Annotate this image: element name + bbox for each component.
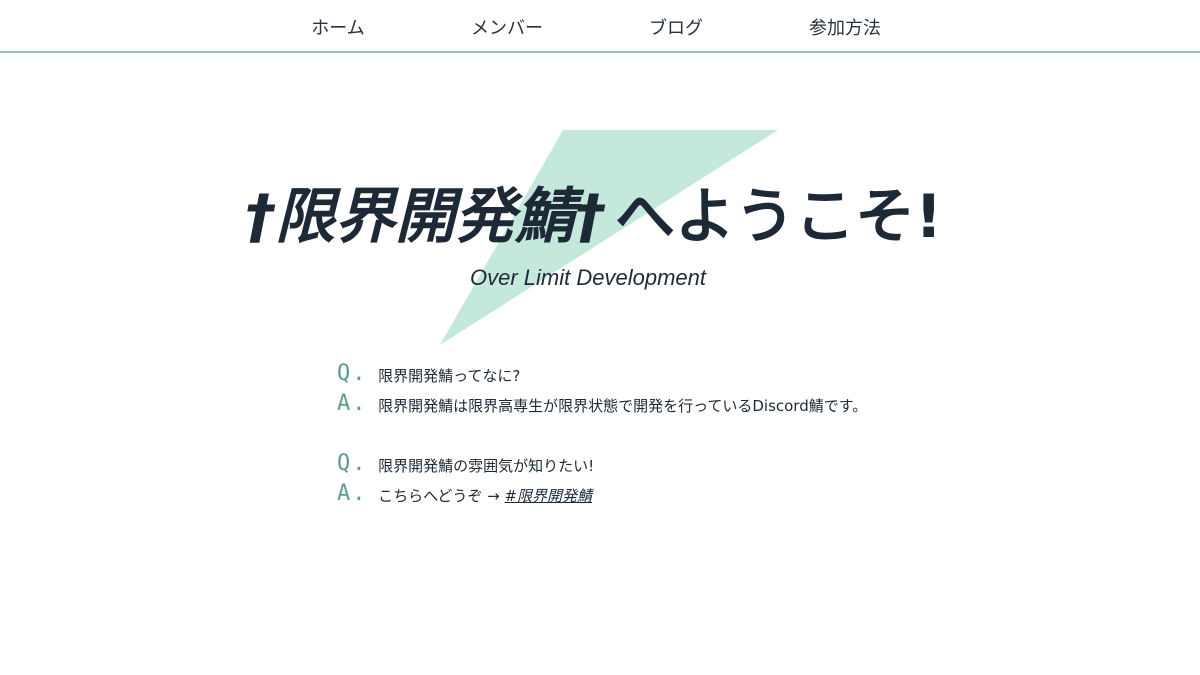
- welcome-text: へようこそ!: [615, 182, 943, 252]
- hero-subtitle: Over Limit Development: [470, 265, 706, 290]
- answer-text: 限界開発鯖は限界高専生が限界状態で開発を行っているDiscord鯖です。: [378, 397, 868, 415]
- question-text: 限界開発鯖ってなに?: [378, 367, 521, 385]
- nav-home[interactable]: ホーム: [311, 14, 364, 40]
- nav-join[interactable]: 参加方法: [809, 14, 881, 40]
- question-text: 限界開発鯖の雰囲気が知りたい!: [378, 457, 595, 475]
- nav-members[interactable]: メンバー: [471, 14, 543, 40]
- faq-answer-1: A. 限界開発鯖は限界高専生が限界状態で開発を行っているDiscord鯖です。: [337, 389, 957, 419]
- question-mark-label: Q.: [337, 361, 368, 386]
- faq-question-1: Q. 限界開発鯖ってなに?: [337, 359, 957, 389]
- hero-title: †限界開発鯖† へようこそ!: [245, 187, 955, 247]
- answer-text: こちらへどうぞ → #限界開発鯖: [378, 479, 592, 511]
- answer-prefix: こちらへどうぞ →: [378, 487, 500, 505]
- answer-mark-label: A.: [337, 481, 368, 506]
- server-channel-link[interactable]: #限界開発鯖: [504, 487, 592, 505]
- answer-mark-label: A.: [337, 391, 368, 416]
- faq-section: Q. 限界開発鯖ってなに? A. 限界開発鯖は限界高専生が限界状態で開発を行って…: [337, 359, 957, 509]
- nav-blog[interactable]: ブログ: [649, 14, 703, 40]
- faq-spacer: [337, 419, 957, 449]
- hero-section: †限界開発鯖† へようこそ! Over Limit Development: [0, 55, 1200, 355]
- faq-question-2: Q. 限界開発鯖の雰囲気が知りたい!: [337, 449, 957, 479]
- server-name: †限界開発鯖†: [245, 182, 605, 252]
- faq-answer-2: A. こちらへどうぞ → #限界開発鯖: [337, 479, 957, 509]
- top-navigation: ホーム メンバー ブログ 参加方法: [0, 0, 1200, 53]
- question-mark-label: Q.: [337, 451, 368, 476]
